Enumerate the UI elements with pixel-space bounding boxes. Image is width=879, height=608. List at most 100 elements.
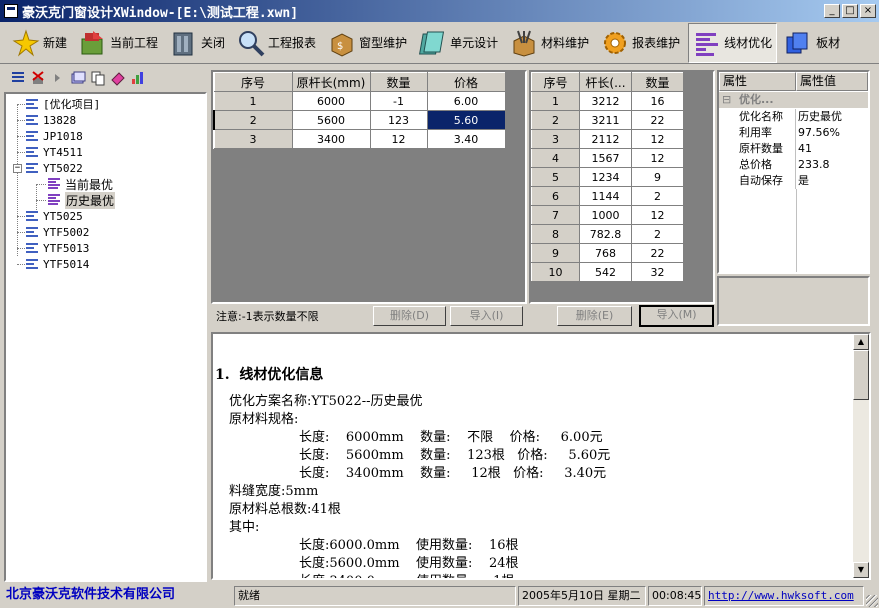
toolbar-close-button[interactable]: 关闭	[166, 23, 229, 63]
tree-expander-yt5022[interactable]: −	[13, 164, 22, 173]
list-icon[interactable]	[10, 70, 26, 86]
table-row[interactable]: 1 3212 16	[531, 91, 684, 111]
size-grip[interactable]	[866, 595, 878, 607]
table-cell[interactable]: 123	[369, 110, 428, 130]
col-header[interactable]: 序号	[531, 72, 580, 92]
toolbar-material-button[interactable]: 材料维护	[506, 23, 593, 63]
table-cell[interactable]: 32	[631, 262, 684, 282]
copy-icon[interactable]	[90, 70, 106, 86]
tree-item[interactable]: JP1018	[26, 128, 83, 144]
table-cell-selected[interactable]: 5.60	[426, 110, 506, 130]
table-row[interactable]: 2 5600 123 5.60	[213, 110, 506, 130]
arrow-right-icon[interactable]	[50, 70, 66, 86]
table-row[interactable]: 6 1144 2	[531, 186, 684, 206]
toolbar-board-button[interactable]: 板材	[781, 23, 844, 63]
toolbar-line-optimize-button[interactable]: 线材优化	[688, 22, 778, 63]
prop-row[interactable]: 优化名称 历史最优	[719, 109, 868, 125]
col-header[interactable]: 数量	[369, 72, 428, 92]
table-cell[interactable]: -1	[369, 91, 428, 111]
table-row[interactable]: 9 768 22	[531, 243, 684, 263]
tree-item[interactable]: YT5025	[26, 208, 83, 224]
col-header[interactable]: 序号	[213, 72, 293, 92]
table-row[interactable]: 5 1234 9	[531, 167, 684, 187]
table-row[interactable]: 8 782.8 2	[531, 224, 684, 244]
scroll-down-icon[interactable]: ▼	[853, 562, 869, 578]
scroll-up-icon[interactable]: ▲	[853, 334, 869, 350]
table-cell[interactable]: 3212	[579, 91, 632, 111]
delete-material-button[interactable]: 删除(D)	[373, 306, 446, 326]
prop-row[interactable]: 总价格 233.8	[719, 157, 868, 173]
tree-item[interactable]: YTF5002	[26, 224, 89, 240]
table-cell[interactable]: 1144	[579, 186, 632, 206]
prop-row[interactable]: 利用率 97.56%	[719, 125, 868, 141]
col-header[interactable]: 杆长(...	[579, 72, 632, 92]
table-cell[interactable]: 3.40	[426, 129, 506, 149]
report-scrollbar[interactable]: ▲ ▼	[853, 334, 869, 578]
col-header[interactable]: 原杆长(mm)	[291, 72, 371, 92]
table-cell[interactable]: 12	[631, 205, 684, 225]
close-window-button[interactable]: ×	[860, 4, 876, 18]
table-cell[interactable]: 12	[369, 129, 428, 149]
toolbar-current-project-button[interactable]: 当前工程	[75, 23, 162, 63]
toolbar-window-type-button[interactable]: $ 窗型维护	[324, 23, 411, 63]
prop-row[interactable]: 原杆数量 41	[719, 141, 868, 157]
table-cell[interactable]: 782.8	[579, 224, 632, 244]
table-row[interactable]: 1 6000 -1 6.00	[213, 91, 506, 111]
table-cell[interactable]: 1234	[579, 167, 632, 187]
tree-item[interactable]: YT5022	[26, 160, 83, 176]
eraser-icon[interactable]	[110, 70, 126, 86]
tree-item[interactable]: YTF5013	[26, 240, 89, 256]
table-cell[interactable]: 1567	[579, 148, 632, 168]
toolbar-unit-design-button[interactable]: 单元设计	[415, 23, 502, 63]
prop-header-name[interactable]: 属性	[719, 72, 796, 91]
table-cell[interactable]: 22	[631, 243, 684, 263]
prop-header-value[interactable]: 属性值	[796, 72, 868, 91]
table-cell[interactable]: 2	[631, 224, 684, 244]
tree-item-current-best[interactable]: 当前最优	[48, 176, 113, 192]
tree-item[interactable]: YT4511	[26, 144, 83, 160]
table-cell[interactable]: 12	[631, 148, 684, 168]
table-cell[interactable]: 3400	[291, 129, 371, 149]
stack-icon[interactable]	[70, 70, 86, 86]
col-header[interactable]: 数量	[631, 72, 684, 92]
table-row[interactable]: 3 2112 12	[531, 129, 684, 149]
table-cell[interactable]: 542	[579, 262, 632, 282]
table-row[interactable]: 7 1000 12	[531, 205, 684, 225]
delete-icon[interactable]	[30, 70, 46, 86]
table-cell[interactable]: 12	[631, 129, 684, 149]
table-row[interactable]: 2 3211 22	[531, 110, 684, 130]
table-cell[interactable]: 5600	[291, 110, 371, 130]
toolbar-report-maintain-button[interactable]: 报表维护	[597, 23, 684, 63]
table-cell[interactable]: 768	[579, 243, 632, 263]
website-link[interactable]: http://www.hwksoft.com	[704, 586, 864, 606]
table-cell[interactable]: 22	[631, 110, 684, 130]
col-header[interactable]: 价格	[426, 72, 506, 92]
tree-item-root[interactable]: [优化项目]	[26, 96, 100, 112]
minimize-button[interactable]: _	[824, 4, 840, 18]
scroll-thumb[interactable]	[853, 350, 869, 400]
table-cell[interactable]: 3211	[579, 110, 632, 130]
delete-cut-button[interactable]: 删除(E)	[557, 306, 632, 326]
prop-row[interactable]: 自动保存是	[719, 173, 868, 189]
collapse-icon[interactable]: ⊟	[722, 92, 731, 108]
table-cell[interactable]: 2	[631, 186, 684, 206]
table-cell[interactable]: 16	[631, 91, 684, 111]
table-row[interactable]: 3 3400 12 3.40	[213, 129, 506, 149]
tree-item-history-best[interactable]: 历史最优	[48, 191, 116, 209]
tree-item[interactable]: 13828	[26, 112, 76, 128]
table-cell[interactable]: 6.00	[426, 91, 506, 111]
prop-group[interactable]: ⊟ 优化...	[719, 92, 868, 108]
tree-item[interactable]: YTF5014	[26, 256, 89, 272]
table-row[interactable]: 4 1567 12	[531, 148, 684, 168]
table-cell[interactable]: 9	[631, 167, 684, 187]
import-material-button[interactable]: 导入(I)	[450, 306, 523, 326]
maximize-button[interactable]: □	[842, 4, 858, 18]
table-cell[interactable]: 1000	[579, 205, 632, 225]
import-cut-button[interactable]: 导入(M)	[639, 305, 714, 327]
table-cell[interactable]: 6000	[291, 91, 371, 111]
chart-icon[interactable]	[130, 70, 146, 86]
table-cell[interactable]: 2112	[579, 129, 632, 149]
toolbar-new-button[interactable]: 新建	[8, 23, 71, 63]
toolbar-project-report-button[interactable]: 工程报表	[233, 23, 320, 63]
table-row[interactable]: 10 542 32	[531, 262, 684, 282]
